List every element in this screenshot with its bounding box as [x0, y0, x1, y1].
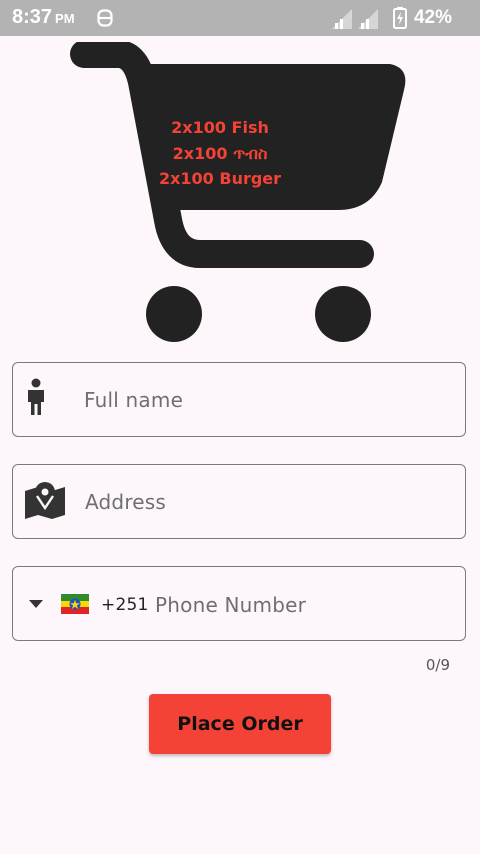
- time-text: 8:37: [12, 6, 53, 28]
- address-field[interactable]: Address: [12, 464, 466, 539]
- full-name-input[interactable]: Full name: [84, 388, 183, 412]
- battery-charging-icon: [393, 7, 407, 29]
- hdr-icon: [97, 9, 113, 27]
- full-name-field[interactable]: Full name: [12, 362, 466, 437]
- address-input[interactable]: Address: [85, 490, 166, 514]
- place-order-button[interactable]: Place Order: [149, 694, 331, 754]
- phone-input[interactable]: Phone Number: [155, 593, 306, 617]
- ethiopia-flag-icon[interactable]: [61, 594, 89, 614]
- cart-item: 2x100 Fish: [171, 118, 269, 137]
- status-time: 8:37 PM: [12, 6, 75, 29]
- cart-item: 2x100 ጥብስ: [172, 143, 268, 163]
- battery-percent: 42%: [413, 7, 452, 28]
- phone-field[interactable]: +251 Phone Number: [12, 566, 466, 641]
- cart-items-list: 2x100 Fish 2x100 ጥብስ 2x100 Burger: [140, 115, 300, 192]
- country-code[interactable]: +251: [101, 595, 149, 615]
- signal-icon: [332, 9, 352, 29]
- chevron-down-icon[interactable]: [29, 600, 43, 608]
- status-bar: 8:37 PM 42%: [0, 0, 480, 36]
- cart-item: 2x100 Burger: [158, 169, 282, 188]
- signal-icon: [358, 9, 378, 29]
- shopping-cart-icon: [70, 42, 406, 342]
- phone-char-counter: 0/9: [425, 656, 450, 674]
- map-icon: [25, 482, 65, 519]
- ampm-text: PM: [55, 11, 75, 26]
- person-icon: [28, 378, 44, 415]
